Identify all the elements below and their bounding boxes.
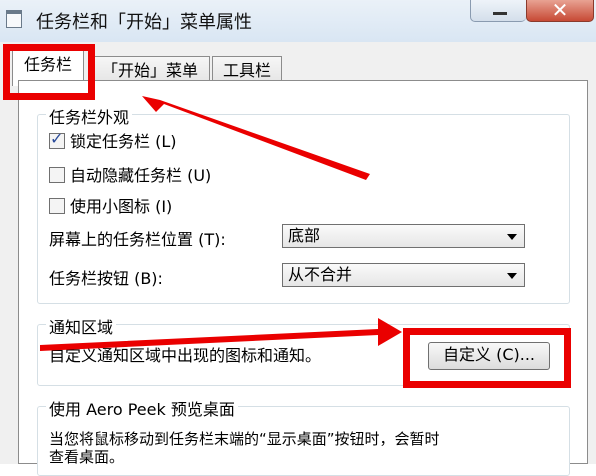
- arrow-to-tab-icon: [142, 96, 370, 180]
- annotation-arrows: [40, 96, 402, 351]
- arrow-to-button-icon: [40, 318, 402, 351]
